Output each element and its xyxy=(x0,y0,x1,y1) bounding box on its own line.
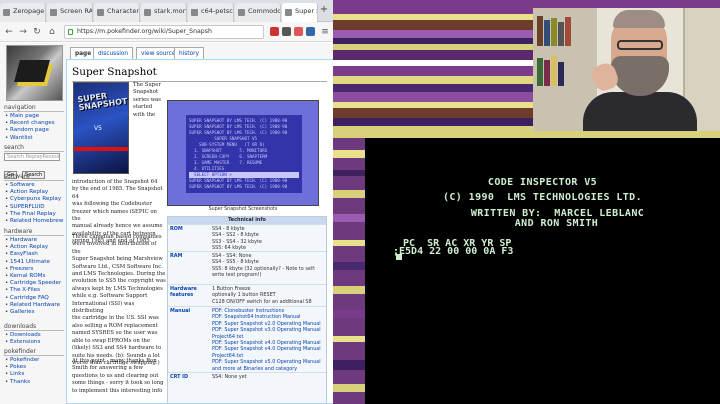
favicon-icon xyxy=(97,9,104,16)
browser-tab[interactable]: Screen RAM xyxy=(47,3,93,22)
browser-tab[interactable]: Character xyxy=(94,3,140,22)
browser-tab[interactable]: Commodore xyxy=(235,3,281,22)
nav-toolbar: ← → ↻ ⌂ https://m.pokefinder.org/wiki/Su… xyxy=(0,22,333,42)
sidebar-item[interactable]: Pokes xyxy=(4,364,64,371)
screenshot-menu-text: SUPER SNAPSHOT BY LMS TECH. (C) 1988-90 S… xyxy=(186,115,302,193)
infobox-heading: Technical info xyxy=(168,217,326,224)
sidebar-item[interactable]: Links xyxy=(4,371,64,378)
sidebar-item[interactable]: Cartridge FAQ xyxy=(4,295,64,302)
extension-icon[interactable] xyxy=(282,27,291,36)
favicon-icon xyxy=(50,9,57,16)
browser-window: Zeropage Screen RAM Character stark.mort… xyxy=(0,0,333,404)
article-content: Super Snapshot SUPER SNAPSHOT V5 The Sup… xyxy=(66,59,333,404)
glasses xyxy=(617,40,663,50)
extension-icon[interactable] xyxy=(270,27,279,36)
browser-tab[interactable]: Zeropage xyxy=(0,3,46,22)
person-beard xyxy=(611,56,669,96)
page-title: Super Snapshot xyxy=(72,66,157,78)
c64-register-values: ;E5D4 22 00 00 0A F3 xyxy=(393,246,514,257)
sidebar-item[interactable]: Hardware xyxy=(4,237,64,244)
url-bar[interactable]: https://m.pokefinder.org/wiki/Super_Snap… xyxy=(64,25,264,39)
manual-link[interactable]: PDF: Super Snapshot v4.0 Operating Manua… xyxy=(212,346,326,352)
sidebar-item[interactable]: Freezers xyxy=(4,266,64,273)
c64-title-line: CODE INSPECTOR V5 xyxy=(487,177,598,188)
c64-cursor xyxy=(396,254,402,260)
downloads-section: downloads Downloads Extensions xyxy=(4,323,64,346)
table-row: RAM SS4 - SS4: None SS4 - SS5 - 8 kbyte … xyxy=(168,251,326,284)
intro-text: The Super Snapshot series was started wi… xyxy=(133,82,162,118)
browser-tab[interactable]: c64-petsci xyxy=(188,3,234,22)
tab-discussion[interactable]: discussion xyxy=(93,47,134,59)
sidebar-item[interactable]: Galleries xyxy=(4,309,64,316)
c64-screen: CODE INSPECTOR V5 (C) 1990 LMS TECHNOLOG… xyxy=(365,138,720,404)
sidebar-item[interactable]: Related Homebrew xyxy=(4,218,64,225)
sidebar-item[interactable]: Software xyxy=(4,182,64,189)
c64-copyright-line: (C) 1990 LMS TECHNOLOGIES LTD. xyxy=(442,192,643,203)
sidebar-item[interactable]: Kernal ROMs xyxy=(4,273,64,280)
paragraph-3: At this point - many thanks Ron Smith fo… xyxy=(72,358,164,394)
webcam-feed xyxy=(533,8,720,131)
menu-icon[interactable]: ≡ xyxy=(318,25,332,39)
sidebar-item[interactable]: 1541 Ultimate xyxy=(4,259,64,266)
sidebar-item[interactable]: Thanks xyxy=(4,379,64,386)
sidebar-item-main-page[interactable]: Main page xyxy=(4,113,64,120)
table-row: Hardware features 1 Button Freeze option… xyxy=(168,284,326,306)
nav-section: navigation Main page Recent changes Rand… xyxy=(4,104,64,142)
back-icon[interactable]: ← xyxy=(2,25,16,39)
sidebar-item-wantlist[interactable]: Wantlist xyxy=(4,135,64,142)
url-text: https://m.pokefinder.org/wiki/Super_Snap… xyxy=(77,28,212,35)
sidebar-item[interactable]: Cyberpunx Replay xyxy=(4,196,64,203)
sidebar-item[interactable]: Extensions xyxy=(4,339,64,346)
screenshot-image[interactable]: SUPER SNAPSHOT BY LMS TECH. (C) 1988-90 S… xyxy=(167,100,319,206)
favicon-icon xyxy=(238,9,245,16)
sidebar-item-recent-changes[interactable]: Recent changes xyxy=(4,120,64,127)
sidebar-item[interactable]: Action Replay xyxy=(4,244,64,251)
browser-tab-active[interactable]: Super Sn xyxy=(282,3,318,22)
favicon-icon xyxy=(3,9,10,16)
favicon-icon xyxy=(191,9,198,16)
extension-icon[interactable] xyxy=(306,27,315,36)
hardware-section: hardware Hardware Action Replay EasyFlas… xyxy=(4,228,64,316)
table-row: ROM SS4 - 8 kbyte SS4 - SS2 - 8 kbyte SS… xyxy=(168,224,326,251)
tab-bar: Zeropage Screen RAM Character stark.mort… xyxy=(0,0,333,22)
manual-link[interactable]: PDF: Super Snapshot v5.0 Operating Manua… xyxy=(212,359,326,365)
c64-author-line-2: AND RON SMITH xyxy=(514,218,599,229)
lock-icon xyxy=(68,29,73,35)
software-section: software Software Action Replay Cyberpun… xyxy=(4,173,64,225)
box-art-image[interactable]: SUPER SNAPSHOT V5 xyxy=(73,82,129,174)
extension-icon[interactable] xyxy=(294,27,303,36)
browser-tab[interactable]: stark.mortn xyxy=(141,3,187,22)
favicon-icon xyxy=(285,9,292,16)
home-icon[interactable]: ⌂ xyxy=(45,25,59,39)
sidebar-item[interactable]: SUPERFLUID xyxy=(4,204,64,211)
sidebar-item[interactable]: Action Replay xyxy=(4,189,64,196)
sidebar-item[interactable]: Pokefinder xyxy=(4,357,64,364)
sidebar-item[interactable]: Downloads xyxy=(4,332,64,339)
pokefinder-section: pokefinder Pokefinder Pokes Links Thanks xyxy=(4,348,64,386)
table-row: CRT ID SS4: None yet xyxy=(168,372,326,382)
wiki-sidebar: navigation Main page Recent changes Rand… xyxy=(0,43,66,404)
site-logo[interactable] xyxy=(6,45,63,101)
favicon-icon xyxy=(144,9,151,16)
wiki-page: navigation Main page Recent changes Rand… xyxy=(0,43,333,404)
screenshot-caption: Super Snapshot Screenshots xyxy=(208,207,278,212)
reload-icon[interactable]: ↻ xyxy=(30,25,44,39)
plus-icon[interactable]: + xyxy=(318,4,330,16)
search-input[interactable]: Search ReplayResour xyxy=(4,153,60,161)
paragraph-2: Three canadian based companies were invo… xyxy=(72,234,166,366)
sidebar-item-random-page[interactable]: Random page xyxy=(4,127,64,134)
sidebar-item[interactable]: The X-Files xyxy=(4,287,64,294)
sidebar-item[interactable]: The Final Replay xyxy=(4,211,64,218)
tab-history[interactable]: history xyxy=(174,47,204,59)
manual-link[interactable]: PDF: Super Snapshot v3.0 Operating Manua… xyxy=(212,327,326,333)
table-row: Manual PDF: Clonebuster Instructions PDF… xyxy=(168,306,326,372)
sidebar-item[interactable]: Related Hardware xyxy=(4,302,64,309)
forward-icon[interactable]: → xyxy=(16,25,30,39)
sidebar-item[interactable]: EasyFlash xyxy=(4,251,64,258)
person-body xyxy=(583,92,697,131)
sidebar-item[interactable]: Cartridge Speeder xyxy=(4,280,64,287)
technical-info-table: Technical info ROM SS4 - 8 kbyte SS4 - S… xyxy=(167,216,327,403)
